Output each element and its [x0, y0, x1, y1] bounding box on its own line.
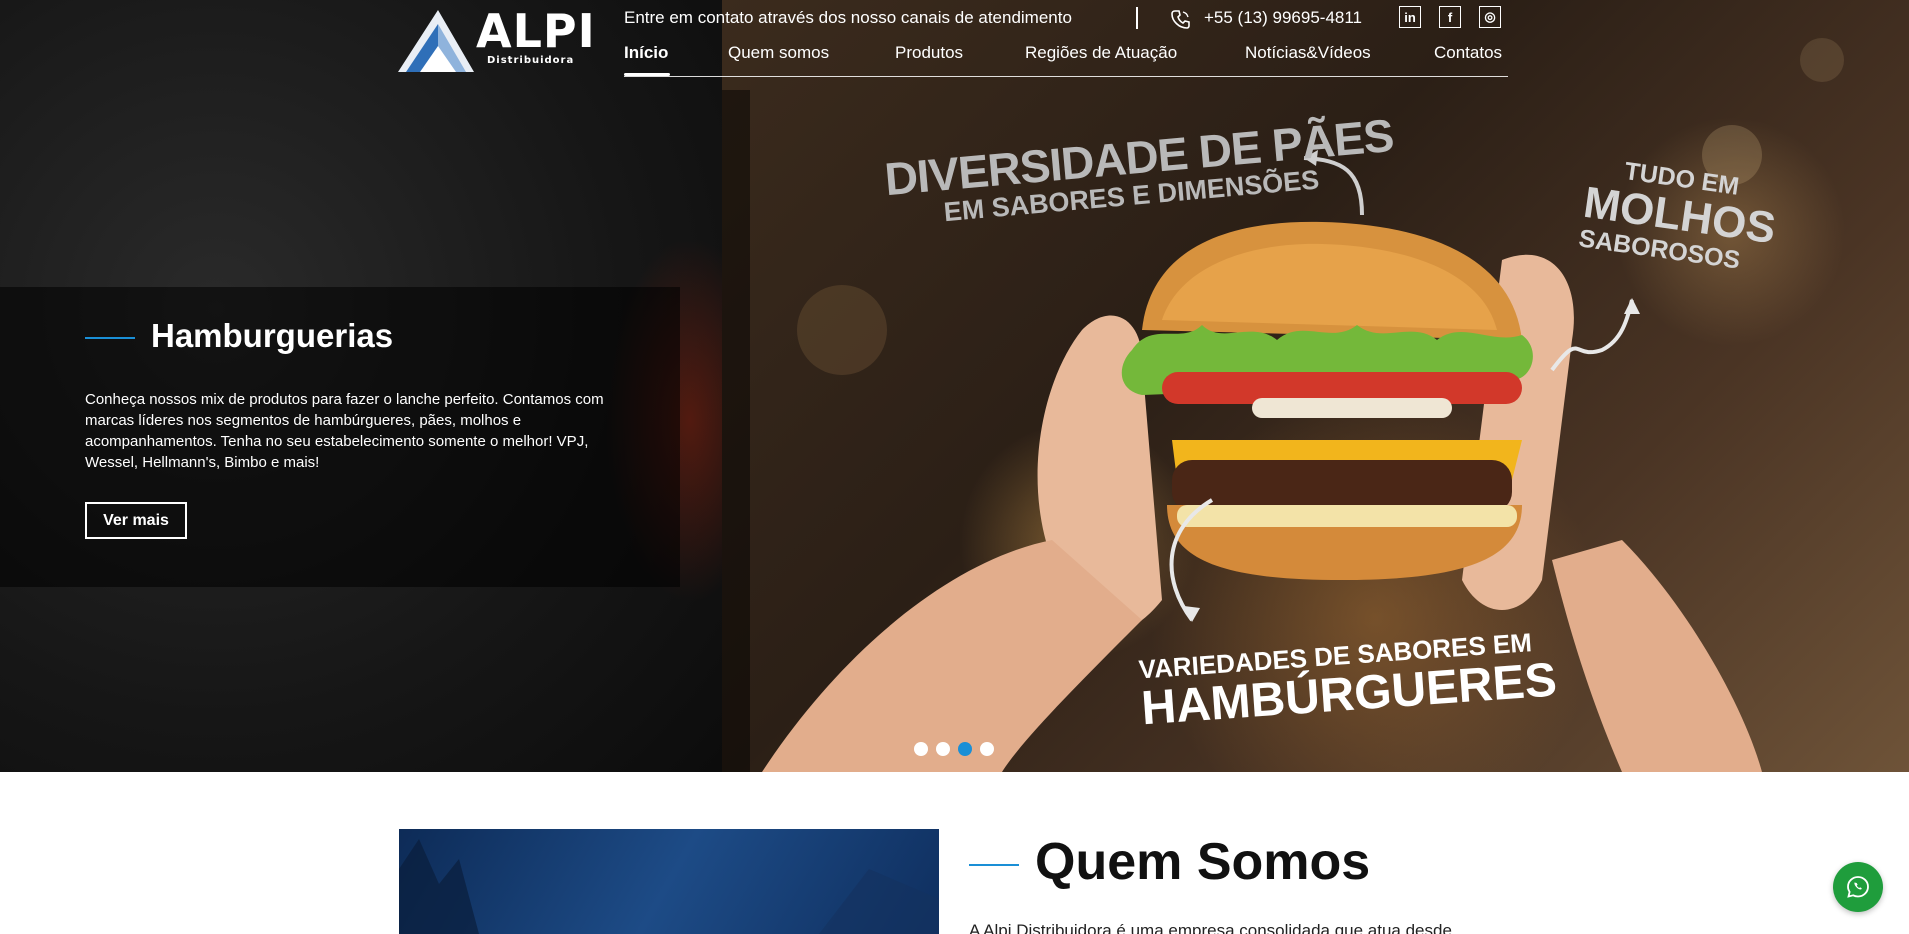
nav-item-produtos[interactable]: Produtos	[895, 43, 963, 63]
slide-description: Conheça nossos mix de produtos para faze…	[85, 391, 604, 471]
topbar-separator	[1136, 7, 1138, 29]
facebook-icon[interactable]: f	[1439, 6, 1461, 28]
hero-slider: DIVERSIDADE DE PÃES EM SABORES E DIMENSÕ…	[0, 0, 1909, 772]
slider-dot-3[interactable]	[958, 742, 972, 756]
nav-item-contatos[interactable]: Contatos	[1434, 43, 1502, 63]
main-nav: Início Quem somos Produtos Regiões de At…	[624, 42, 1508, 78]
slider-dot-4[interactable]	[980, 742, 994, 756]
caption-accent-line	[85, 337, 135, 339]
nav-item-quem-somos[interactable]: Quem somos	[728, 43, 829, 63]
nav-underline	[624, 76, 1508, 77]
mountain-image-icon	[399, 839, 939, 934]
logo-subtitle: Distribuidora	[487, 55, 575, 66]
nav-item-inicio[interactable]: Início	[624, 43, 668, 63]
instagram-icon[interactable]: ◎	[1479, 6, 1501, 28]
slider-dot-2[interactable]	[936, 742, 950, 756]
whatsapp-icon	[1847, 876, 1869, 898]
about-image	[399, 829, 939, 934]
ver-mais-button[interactable]: Ver mais	[85, 502, 187, 539]
slide-title: Hamburguerias	[151, 317, 394, 354]
linkedin-icon[interactable]: in	[1399, 6, 1421, 28]
whatsapp-button[interactable]	[1833, 862, 1883, 912]
nav-item-regioes[interactable]: Regiões de Atuação	[1025, 43, 1177, 63]
nav-item-noticias[interactable]: Notícias&Vídeos	[1245, 43, 1371, 63]
about-text: A Alpi Distribuidora é uma empresa conso…	[969, 921, 1452, 934]
logo-wordmark[interactable]: ALPI	[476, 8, 596, 54]
slider-dot-1[interactable]	[914, 742, 928, 756]
contact-text: Entre em contato através dos nosso canai…	[624, 8, 1072, 27]
slider-dots	[914, 742, 994, 756]
phone-icon	[1171, 10, 1190, 29]
about-title: Quem Somos	[1035, 833, 1371, 891]
phone-number[interactable]: +55 (13) 99695-4811	[1204, 8, 1362, 30]
nav-active-indicator	[624, 73, 670, 76]
about-accent-line	[969, 864, 1019, 866]
